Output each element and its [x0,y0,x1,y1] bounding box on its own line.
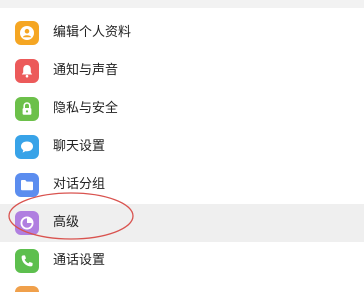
settings-item-notifications[interactable]: 通知与声音 [0,52,364,90]
phone-icon [15,249,39,273]
settings-item-folders[interactable]: 对话分组 [0,166,364,204]
folder-icon [15,173,39,197]
profile-icon [15,21,39,45]
chat-bubble-icon [15,135,39,159]
settings-item-label: 隐私与安全 [53,101,119,116]
bell-icon [15,59,39,83]
next-item-icon-partial [15,286,39,292]
settings-item-privacy[interactable]: 隐私与安全 [0,90,364,128]
settings-item-edit-profile[interactable]: 编辑个人资料 [0,14,364,52]
settings-item-advanced[interactable]: 高级 [0,204,364,242]
settings-list: 编辑个人资料 通知与声音 隐私与安全 聊天设置 对话分组 高级 通话设置 [0,14,364,280]
settings-item-chat[interactable]: 聊天设置 [0,128,364,166]
settings-item-calls[interactable]: 通话设置 [0,242,364,280]
settings-item-label: 对话分组 [53,177,106,192]
pie-chart-icon [15,211,39,235]
settings-item-label: 编辑个人资料 [53,25,132,40]
lock-icon [15,97,39,121]
settings-item-label: 通知与声音 [53,63,119,78]
settings-item-label: 聊天设置 [53,139,106,154]
settings-item-label: 通话设置 [53,253,106,268]
top-divider [0,0,364,8]
settings-item-label: 高级 [53,215,80,230]
